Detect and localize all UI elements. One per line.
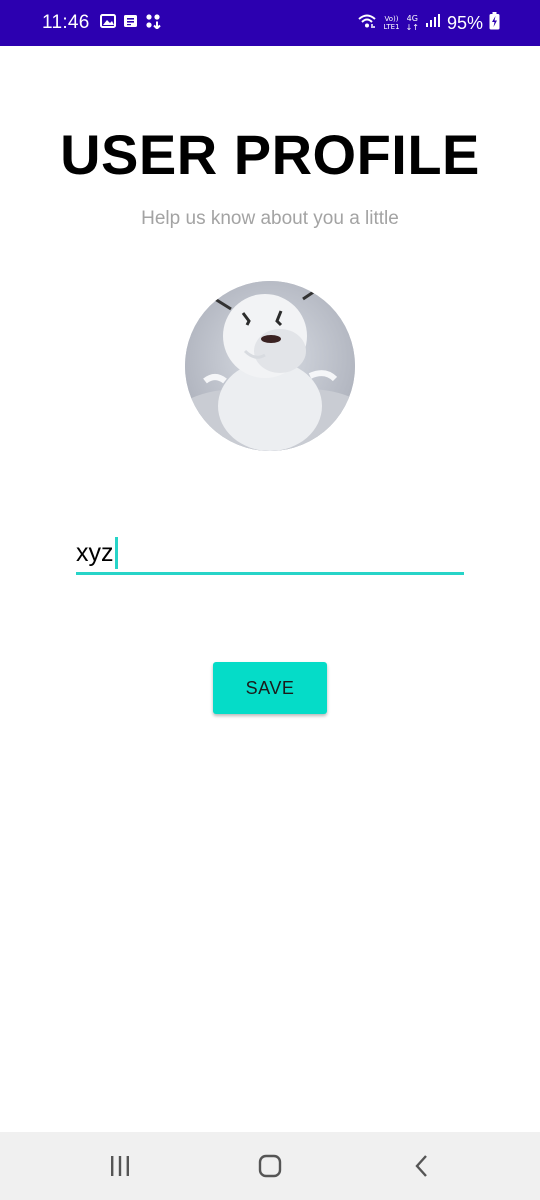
back-button[interactable]	[404, 1150, 440, 1182]
status-right: Vo)) LTE1 4G ↓↑ 95%	[357, 11, 500, 35]
status-bar: 11:46 Vo)) LTE1 4G ↓↑ 95%	[0, 0, 540, 46]
gallery-icon	[99, 13, 116, 33]
profile-avatar[interactable]	[185, 281, 355, 451]
battery-percent: 95%	[446, 12, 483, 33]
signal-icon	[425, 13, 441, 33]
recent-apps-icon	[111, 1156, 129, 1176]
volte-label: Vo)) LTE1	[383, 15, 400, 31]
network-type: 4G ↓↑	[405, 14, 419, 32]
status-time: 11:46	[42, 12, 90, 33]
home-icon	[258, 1154, 282, 1178]
page-subtitle: Help us know about you a little	[141, 208, 399, 229]
recent-apps-button[interactable]	[102, 1150, 138, 1182]
snowman-photo	[185, 281, 355, 451]
name-input[interactable]	[76, 535, 464, 571]
battery-charging-icon	[489, 11, 500, 35]
app-grid-icon	[145, 13, 161, 34]
wifi-icon	[357, 13, 377, 34]
notification-icons	[99, 13, 161, 34]
text-cursor	[115, 537, 118, 569]
name-field[interactable]	[76, 535, 464, 575]
status-left: 11:46	[42, 12, 161, 34]
home-button[interactable]	[252, 1150, 288, 1182]
save-button[interactable]: SAVE	[213, 662, 327, 714]
back-icon	[415, 1155, 427, 1177]
navigation-bar	[0, 1132, 540, 1200]
message-icon	[123, 14, 138, 33]
page-title: USER PROFILE	[60, 123, 480, 186]
